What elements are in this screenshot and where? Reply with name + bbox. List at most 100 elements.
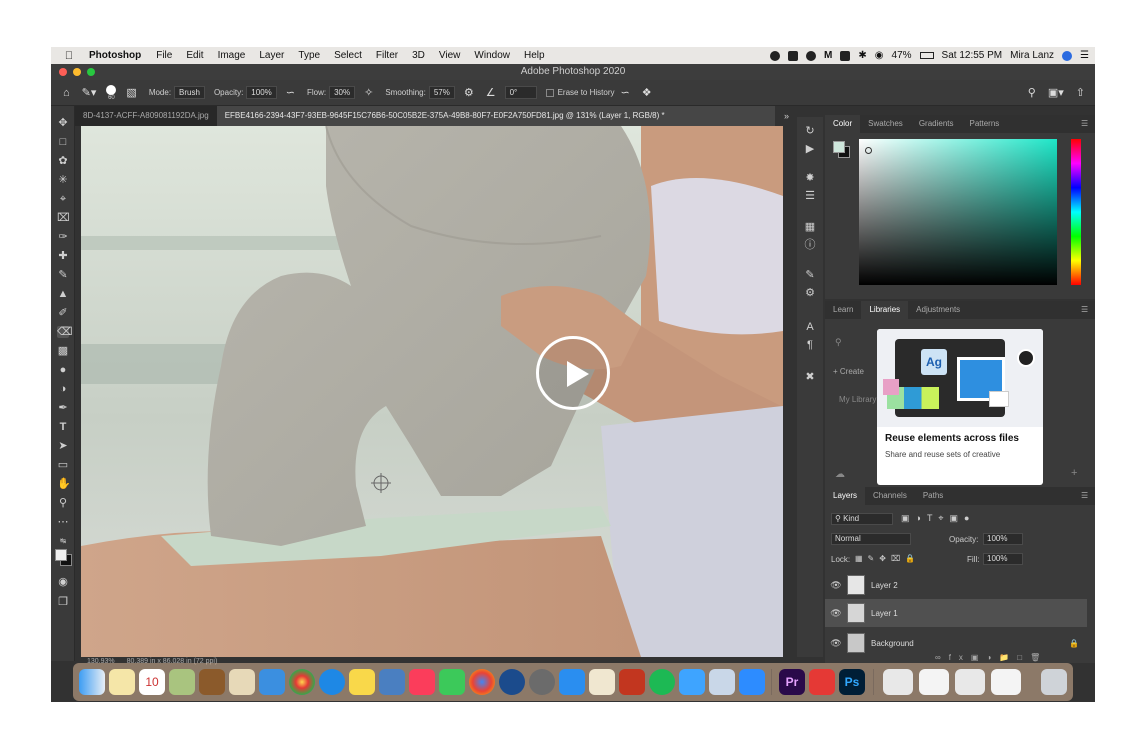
pen-tool-icon[interactable]: ✒ xyxy=(57,402,69,414)
symmetry-icon[interactable]: ❖ xyxy=(642,86,652,99)
visibility-eye-icon[interactable]: 👁 xyxy=(825,608,847,619)
textedit-icon[interactable] xyxy=(229,669,255,695)
brush-preset-picker[interactable]: 60 xyxy=(106,84,117,101)
pressure-opacity-icon[interactable]: ∽ xyxy=(286,86,295,99)
tab-gradients[interactable]: Gradients xyxy=(911,115,962,133)
layer-actions[interactable]: ∞fx▣◑📁□🗑 xyxy=(935,653,1048,662)
fill-input[interactable]: 100% xyxy=(983,553,1023,565)
finder-icon[interactable] xyxy=(79,669,105,695)
spotify-icon[interactable] xyxy=(649,669,675,695)
info-panel-icon[interactable]: ⓘ xyxy=(804,239,816,251)
tab-libraries[interactable]: Libraries xyxy=(861,301,909,319)
eyedropper-tool-icon[interactable]: ✑ xyxy=(57,231,69,243)
layer-opacity-input[interactable]: 100% xyxy=(983,533,1023,545)
swap-colors-icon[interactable]: ↹ xyxy=(57,536,69,548)
trash-icon[interactable] xyxy=(1041,669,1067,695)
eraser-tool-preset-icon[interactable]: ✎▾ xyxy=(82,86,97,99)
panel-menu-icon[interactable]: ☰ xyxy=(1081,306,1089,314)
creative-cloud-icon[interactable] xyxy=(809,669,835,695)
image-capture-icon[interactable] xyxy=(709,669,735,695)
app-menu[interactable]: Photoshop xyxy=(89,50,141,61)
menu-edit[interactable]: Edit xyxy=(186,50,203,61)
hand-tool-icon[interactable]: ✋ xyxy=(57,478,71,490)
promo-card[interactable]: Ag Reuse elements across files Share and… xyxy=(877,329,1043,485)
visibility-eye-icon[interactable]: 👁 xyxy=(825,638,847,649)
calendar-icon[interactable]: 10 xyxy=(139,669,165,695)
library-search-icon[interactable]: ⚲ xyxy=(835,337,842,348)
panel-menu-icon[interactable]: ☰ xyxy=(1081,492,1089,500)
menu-layer[interactable]: Layer xyxy=(259,50,284,61)
bluetooth-icon[interactable]: ✱ xyxy=(858,50,866,61)
flow-input[interactable]: 30% xyxy=(329,86,356,99)
wifi-icon[interactable]: ◉ xyxy=(875,50,884,61)
mode-select[interactable]: Brush xyxy=(174,86,205,99)
status-icon[interactable] xyxy=(770,50,781,61)
menu-help[interactable]: Help xyxy=(524,50,545,61)
layer-filter-icons[interactable]: ▣◑T⌖▣● xyxy=(901,513,975,524)
marquee-tool-icon[interactable]: □ xyxy=(57,136,69,148)
tab-patterns[interactable]: Patterns xyxy=(962,115,1008,133)
menu-view[interactable]: View xyxy=(439,50,461,61)
visibility-eye-icon[interactable]: 👁 xyxy=(825,580,847,591)
messages-icon[interactable] xyxy=(679,669,705,695)
search-icon[interactable]: ⚲ xyxy=(1028,86,1036,99)
kindle-icon[interactable] xyxy=(589,669,615,695)
healing-brush-tool-icon[interactable]: ✚ xyxy=(57,250,69,262)
menu-3d[interactable]: 3D xyxy=(412,50,425,61)
zoom-tool-icon[interactable]: ⚲ xyxy=(57,497,69,509)
tab-swatches[interactable]: Swatches xyxy=(860,115,911,133)
clock[interactable]: Sat 12:55 PM xyxy=(942,50,1003,61)
brushes-panel-icon[interactable]: ✸ xyxy=(804,172,816,184)
menu-window[interactable]: Window xyxy=(474,50,510,61)
adjust-panel-icon[interactable]: ✎ xyxy=(804,269,816,281)
panel-menu-icon[interactable]: ☰ xyxy=(1081,120,1089,128)
crop-tool-icon[interactable]: ⌖ xyxy=(57,193,69,205)
notification-center-icon[interactable]: ☰ xyxy=(1080,50,1089,61)
shape-tool-icon[interactable]: ▭ xyxy=(57,459,69,471)
recent-document-icon[interactable] xyxy=(991,669,1021,695)
brush-tool-icon[interactable]: ✎ xyxy=(57,269,69,281)
status-icon[interactable] xyxy=(788,50,799,61)
document-canvas[interactable] xyxy=(81,126,783,657)
minimize-window-button[interactable] xyxy=(73,68,81,76)
history-brush-tool-icon[interactable]: ✐ xyxy=(57,307,69,319)
battery-percent[interactable]: 47% xyxy=(892,50,912,61)
paragraph-panel-icon[interactable]: ¶ xyxy=(804,339,816,351)
styles-panel-icon[interactable]: ▦ xyxy=(804,221,816,233)
frame-tool-icon[interactable]: ⌧ xyxy=(57,212,70,224)
layer-filter-select[interactable]: ⚲ Kind xyxy=(831,513,893,525)
photos-icon[interactable] xyxy=(289,669,315,695)
status-icon[interactable]: M xyxy=(824,50,832,61)
share-icon[interactable]: ⇧ xyxy=(1076,86,1085,99)
music-icon[interactable] xyxy=(409,669,435,695)
menu-select[interactable]: Select xyxy=(334,50,362,61)
actions-panel-icon[interactable]: ▶ xyxy=(804,143,816,155)
quicktime-icon[interactable] xyxy=(499,669,525,695)
collapse-panels-icon[interactable]: » xyxy=(784,111,789,121)
airplay-icon[interactable] xyxy=(840,50,851,61)
stamp-tool-icon[interactable]: ▲ xyxy=(57,288,69,300)
recent-document-icon[interactable] xyxy=(883,669,913,695)
premiere-icon[interactable]: Pr xyxy=(779,669,805,695)
brush-settings-icon[interactable]: ▧ xyxy=(126,86,136,99)
close-window-button[interactable] xyxy=(59,68,67,76)
menu-image[interactable]: Image xyxy=(218,50,246,61)
notes-icon[interactable] xyxy=(109,669,135,695)
user-name[interactable]: Mira Lanz xyxy=(1010,50,1054,61)
apple-menu-icon[interactable]:  xyxy=(59,50,79,62)
layer-row[interactable]: 👁 Layer 2 xyxy=(825,571,1087,599)
blend-mode-select[interactable]: Normal xyxy=(831,533,911,545)
screen-mode-icon[interactable]: ❐ xyxy=(57,596,69,608)
color-field[interactable] xyxy=(859,139,1057,285)
preview-icon[interactable] xyxy=(379,669,405,695)
zoom-window-button[interactable] xyxy=(87,68,95,76)
tools-panel-icon[interactable]: ✖ xyxy=(804,371,816,383)
chrome-icon[interactable] xyxy=(469,669,495,695)
path-select-tool-icon[interactable]: ➤ xyxy=(57,440,69,452)
gradient-tool-icon[interactable]: ▩ xyxy=(57,345,69,357)
smoothing-settings-icon[interactable]: ⚙ xyxy=(464,86,474,99)
siri-icon[interactable] xyxy=(1062,50,1073,61)
airbrush-icon[interactable]: ✧ xyxy=(364,86,373,99)
history-panel-icon[interactable]: ↻ xyxy=(804,125,816,137)
home-icon[interactable]: ⌂ xyxy=(63,87,70,99)
